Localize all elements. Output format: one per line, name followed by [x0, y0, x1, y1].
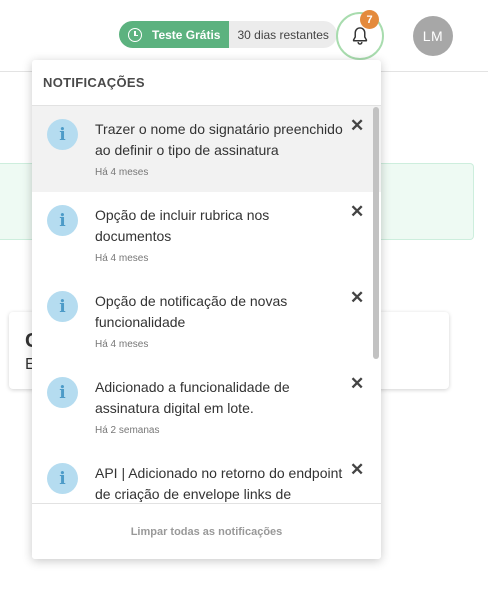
notifications-panel: NOTIFICAÇÕES i Trazer o nome do signatár…: [32, 60, 381, 559]
trial-label-pill: Teste Grátis: [119, 21, 230, 48]
close-icon[interactable]: ✕: [350, 117, 364, 134]
info-icon: i: [47, 119, 78, 150]
trial-remaining: 30 dias restantes: [237, 27, 329, 42]
info-icon: i: [47, 377, 78, 408]
trial-label: Teste Grátis: [152, 27, 221, 42]
notification-item[interactable]: i Trazer o nome do signatário preenchido…: [32, 106, 381, 192]
notifications-list[interactable]: i Trazer o nome do signatário preenchido…: [32, 106, 381, 503]
notifications-title: NOTIFICAÇÕES: [32, 60, 381, 106]
close-icon[interactable]: ✕: [350, 461, 364, 478]
trial-badge[interactable]: Teste Grátis 30 dias restantes: [119, 21, 337, 48]
notification-time: Há 2 semanas: [95, 425, 160, 436]
user-avatar[interactable]: LM: [413, 16, 453, 56]
notification-item[interactable]: i Opção de incluir rubrica nos documento…: [32, 192, 381, 278]
notification-time: Há 4 meses: [95, 339, 149, 350]
scrollbar-thumb[interactable]: [373, 107, 379, 359]
notification-item[interactable]: i Opção de notificação de novas funciona…: [32, 278, 381, 364]
info-icon: i: [47, 291, 78, 322]
notification-item[interactable]: i Adicionado a funcionalidade de assinat…: [32, 364, 381, 450]
notification-time: Há 4 meses: [95, 253, 149, 264]
info-icon: i: [47, 463, 78, 494]
trial-remaining-pill: 30 dias restantes: [229, 21, 337, 48]
close-icon[interactable]: ✕: [350, 203, 364, 220]
notification-item[interactable]: i API | Adicionado no retorno do endpoin…: [32, 450, 381, 503]
info-icon: i: [47, 205, 78, 236]
clock-icon: [128, 27, 142, 42]
notification-text: Opção de notificação de novas funcionali…: [95, 293, 288, 330]
notification-text: Adicionado a funcionalidade de assinatur…: [95, 379, 290, 416]
close-icon[interactable]: ✕: [350, 289, 364, 306]
notification-count-badge: 7: [360, 10, 379, 29]
notification-time: Há 4 meses: [95, 167, 149, 178]
notification-text: Opção de incluir rubrica nos documentos: [95, 207, 270, 244]
notification-text: Trazer o nome do signatário preenchido a…: [95, 121, 343, 158]
page: C E Teste Grátis 30 dias restantes 7 LM …: [0, 0, 488, 594]
close-icon[interactable]: ✕: [350, 375, 364, 392]
clear-all-button[interactable]: Limpar todas as notificações: [32, 503, 381, 559]
notification-text: API | Adicionado no retorno do endpoint …: [95, 465, 343, 502]
